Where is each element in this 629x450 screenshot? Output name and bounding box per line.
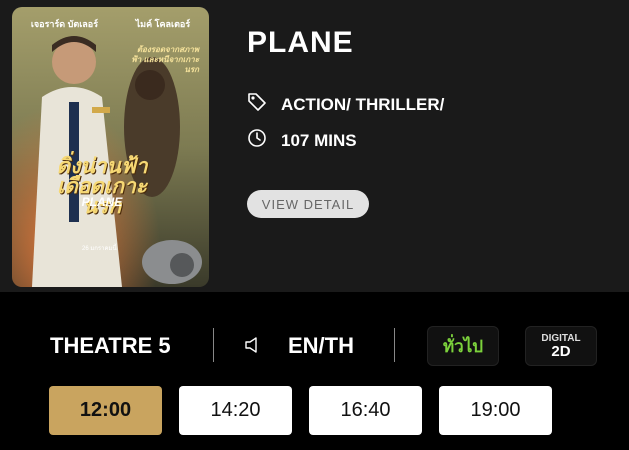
theatre-info-row: THEATRE 5 EN/TH ทั่วไป DIGITAL 2D [0,324,629,368]
view-detail-button[interactable]: VIEW DETAIL [247,190,369,218]
poster-release-date: 26 มกราคมนี้ [82,246,117,252]
movie-poster[interactable]: เจอราร์ด บัตเลอร์ ไมค์ โคลเตอร์ ต้องรอดจ… [12,7,209,287]
poster-actor-right: ไมค์ โคลเตอร์ [135,19,191,29]
poster-cast: เจอราร์ด บัตเลอร์ ไมค์ โคลเตอร์ [12,17,209,31]
divider [213,328,214,362]
poster-actor-left: เจอราร์ด บัตเลอร์ [30,19,99,29]
showtimes-list: 12:00 14:20 16:40 19:00 [49,386,552,435]
showtime-button[interactable]: 12:00 [49,386,162,435]
genre-text: ACTION/ THRILLER/ [281,94,445,114]
tag-icon [247,92,267,117]
movie-info-panel: เจอราร์ด บัตเลอร์ ไมค์ โคลเตอร์ ต้องรอดจ… [0,0,629,292]
duration-text: 107 MINS [281,130,357,150]
genre-row: ACTION/ THRILLER/ [247,92,444,117]
speaker-icon [244,336,262,359]
showtime-button[interactable]: 16:40 [309,386,422,435]
rating-badge-general: ทั่วไป [428,327,498,365]
language-text: EN/TH [288,333,354,358]
divider [394,328,395,362]
theatre-name: THEATRE 5 [50,333,171,358]
poster-english-title: PLANE [81,195,123,209]
duration-row: 107 MINS [247,128,357,153]
format-badge-bottom: 2D [551,342,571,360]
clock-icon [247,128,267,153]
format-badge-top: DIGITAL [541,332,581,344]
movie-title: PLANE [247,26,354,59]
showtime-button[interactable]: 14:20 [179,386,292,435]
poster-tagline: ต้องรอดจากสภาพฟ้า และหนีจากเกาะนรก [131,45,199,74]
showtime-button[interactable]: 19:00 [439,386,552,435]
format-badge-digital-2d: DIGITAL 2D [526,327,596,365]
